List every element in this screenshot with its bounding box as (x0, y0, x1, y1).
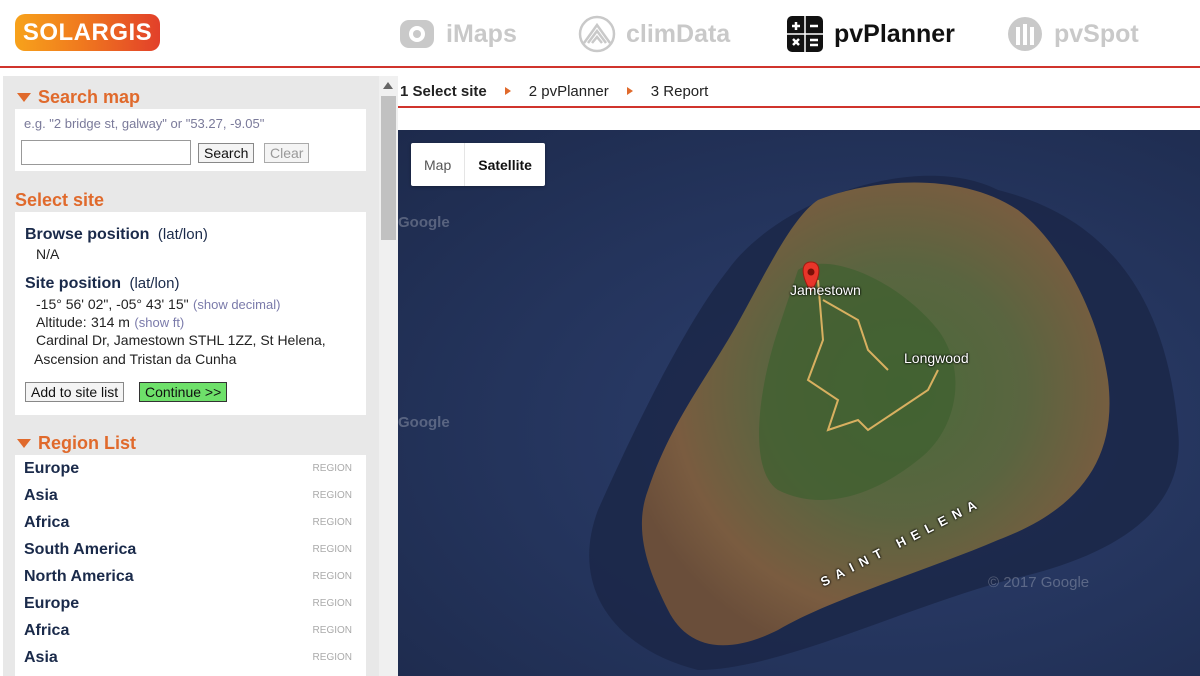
search-button[interactable]: Search (198, 143, 255, 163)
region-item[interactable]: Europe REGION (15, 455, 366, 482)
browse-position-value: N/A (36, 246, 60, 262)
region-tag: REGION (312, 598, 352, 609)
region-item[interactable]: Asia REGION (15, 644, 366, 671)
clear-button[interactable]: Clear (264, 143, 310, 163)
browse-position-row: Browse position (lat/lon) (25, 226, 208, 244)
step-arrow-icon (504, 87, 511, 95)
google-watermark: Google (398, 414, 450, 431)
pvspot-icon (1006, 15, 1044, 53)
top-bar: SOLARGIS iMaps climData pvPlanner pvSpot (0, 0, 1200, 68)
address-line-1: Cardinal Dr, Jamestown STHL 1ZZ, St Hele… (36, 332, 326, 348)
region-item[interactable]: Africa REGION (15, 617, 366, 644)
region-name: Africa (24, 621, 70, 639)
step-select-site[interactable]: 1 Select site (400, 83, 487, 100)
region-tag: REGION (312, 544, 352, 555)
continue-button[interactable]: Continue >> (139, 382, 228, 402)
region-tag: REGION (312, 571, 352, 582)
scrollbar-thumb[interactable] (381, 96, 396, 240)
address-line-2: Ascension and Tristan da Cunha (34, 351, 237, 367)
search-card: e.g. "2 bridge st, galway" or "53.27, -9… (15, 109, 366, 171)
app-imaps-label: iMaps (446, 19, 517, 48)
region-name: Europe (24, 459, 80, 477)
step-report[interactable]: 3 Report (651, 83, 709, 100)
imaps-icon (398, 15, 436, 53)
region-list-header[interactable]: Region List (17, 433, 136, 454)
app-imaps[interactable]: iMaps (398, 14, 517, 54)
map-type-control: Map Satellite (411, 143, 545, 186)
altitude-value: 314 m (91, 314, 130, 330)
region-name: North America (24, 567, 134, 585)
region-name: Asia (24, 648, 58, 666)
show-ft-link[interactable]: (show ft) (134, 315, 184, 330)
search-input[interactable] (21, 140, 191, 165)
region-item[interactable]: Asia REGION (15, 482, 366, 509)
site-position-label: Site position (25, 275, 121, 292)
search-map-header[interactable]: Search map (17, 87, 140, 108)
region-list: Europe REGION Asia REGION Africa REGION … (15, 455, 366, 676)
region-item[interactable]: South America REGION (15, 536, 366, 563)
app-pvplanner[interactable]: pvPlanner (786, 14, 955, 54)
jamestown-label: Jamestown (790, 282, 861, 298)
step-pvplanner[interactable]: 2 pvPlanner (529, 83, 609, 100)
region-tag: REGION (312, 463, 352, 474)
select-site-title: Select site (15, 190, 105, 210)
app-climdata[interactable]: climData (578, 14, 730, 54)
region-tag: REGION (312, 652, 352, 663)
browse-position-label: Browse position (25, 226, 150, 243)
region-name: Africa (24, 513, 70, 531)
left-panel: Search map e.g. "2 bridge st, galway" or… (3, 76, 379, 676)
satellite-map[interactable]: Map Satellite Jamestown Longwood SAINT H… (398, 130, 1200, 676)
region-tag: REGION (312, 625, 352, 636)
collapse-triangle-icon (17, 93, 31, 102)
browse-position-unit: (lat/lon) (157, 226, 208, 243)
region-item[interactable]: North America REGION (15, 563, 366, 590)
sidebar-scrollbar[interactable] (379, 76, 398, 676)
google-watermark: Google (398, 214, 450, 231)
map-type-map-button[interactable]: Map (411, 143, 466, 186)
region-name: Asia (24, 486, 58, 504)
step-arrow-icon (626, 87, 633, 95)
map-copyright: © 2017 Google (988, 574, 1090, 591)
collapse-triangle-icon (17, 439, 31, 448)
region-name: South America (24, 540, 137, 558)
site-position-unit: (lat/lon) (129, 275, 180, 292)
region-tag: REGION (312, 517, 352, 528)
longwood-label: Longwood (904, 350, 969, 366)
region-item[interactable]: Africa REGION (15, 509, 366, 536)
map-type-satellite-button[interactable]: Satellite (465, 143, 545, 186)
region-name: Europe (24, 594, 80, 612)
app-pvspot[interactable]: pvSpot (1006, 14, 1139, 54)
show-decimal-link[interactable]: (show decimal) (193, 297, 280, 312)
app-climdata-label: climData (626, 19, 731, 48)
island-imagery (589, 175, 1179, 670)
site-coordinates: -15° 56' 02", -05° 43' 15" (36, 296, 189, 312)
altitude-row: Altitude: 314 m (show ft) (36, 314, 184, 332)
calculator-icon (786, 15, 824, 53)
solargis-logo[interactable]: SOLARGIS (15, 14, 160, 51)
site-position-row: Site position (lat/lon) (25, 275, 179, 293)
region-tag: REGION (312, 490, 352, 501)
step-nav: 1 Select site 2 pvPlanner 3 Report (398, 76, 1200, 108)
add-to-site-list-button[interactable]: Add to site list (25, 382, 125, 402)
app-pvspot-label: pvSpot (1054, 19, 1139, 48)
region-list-title: Region List (38, 433, 136, 453)
scroll-up-arrow-icon[interactable] (383, 82, 393, 89)
climdata-icon (578, 15, 616, 53)
region-item[interactable]: Europe REGION (15, 590, 366, 617)
search-hint: e.g. "2 bridge st, galway" or "53.27, -9… (24, 116, 265, 131)
search-map-title: Search map (38, 87, 141, 107)
app-pvplanner-label: pvPlanner (834, 19, 955, 48)
coords-row: -15° 56' 02", -05° 43' 15" (show decimal… (36, 296, 280, 314)
altitude-label: Altitude: (36, 314, 87, 330)
site-card: Browse position (lat/lon) N/A Site posit… (15, 212, 366, 415)
